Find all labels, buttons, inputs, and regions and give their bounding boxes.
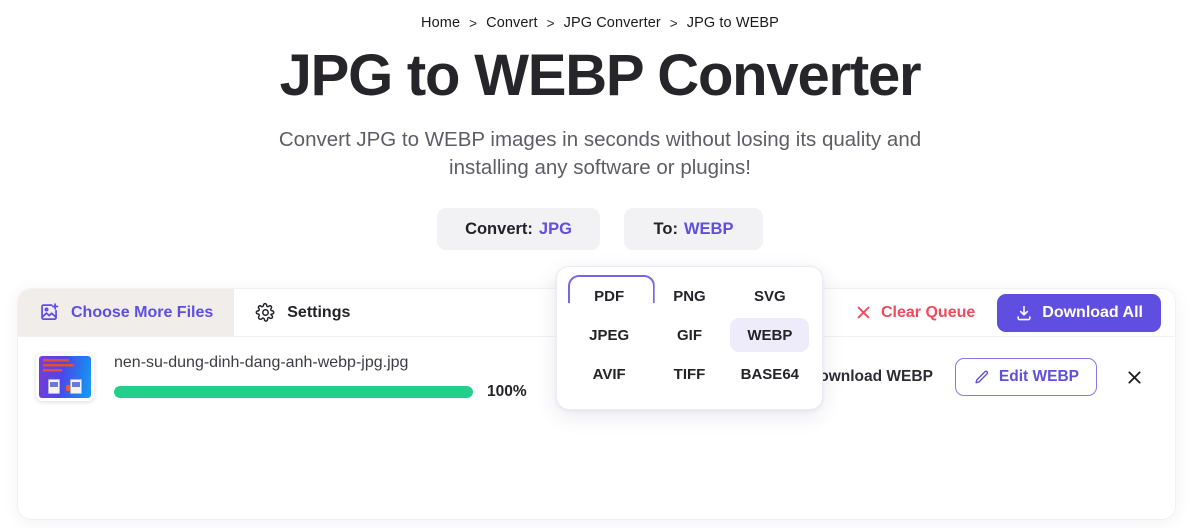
convert-to-value: WEBP — [683, 219, 734, 238]
download-icon — [1015, 304, 1033, 322]
convert-from-pill[interactable]: Convert: JPG — [437, 208, 600, 251]
file-info: nen-su-dung-dinh-dang-anh-webp-jpg.jpg 1… — [114, 354, 534, 401]
format-option-gif[interactable]: GIF — [650, 318, 729, 352]
format-selector-row: Convert: JPG To: WEBP — [0, 208, 1200, 251]
breadcrumb-separator: > — [469, 15, 478, 31]
progress-area: 100% — [114, 383, 534, 401]
breadcrumb-item-jpg-to-webp: JPG to WEBP — [686, 15, 779, 31]
settings-button[interactable]: Settings — [234, 289, 371, 336]
progress-bar-fill — [114, 385, 473, 398]
breadcrumb-separator: > — [546, 15, 555, 31]
page-title: JPG to WEBP Converter — [279, 43, 922, 108]
toolbar-actions: Clear Queue Download All — [849, 289, 1175, 336]
convert-from-label: Convert: — [465, 219, 533, 238]
convert-to-pill[interactable]: To: WEBP — [624, 208, 763, 251]
format-option-png[interactable]: PNG — [650, 279, 729, 313]
clear-queue-button[interactable]: Clear Queue — [849, 300, 981, 326]
page-root: Home > Convert > JPG Converter > JPG to … — [0, 0, 1200, 528]
format-option-label: WEBP — [747, 326, 793, 344]
convert-to-label: To: — [653, 219, 678, 238]
file-thumbnail — [36, 353, 94, 401]
progress-bar — [114, 385, 473, 398]
download-all-button[interactable]: Download All — [997, 293, 1161, 332]
format-option-label: TIFF — [673, 365, 706, 383]
download-all-label: Download All — [1042, 303, 1143, 321]
breadcrumb-item-convert[interactable]: Convert — [486, 15, 537, 31]
page-subtitle: Convert JPG to WEBP images in seconds wi… — [278, 128, 922, 179]
remove-file-button[interactable] — [1119, 362, 1149, 392]
convert-from-value: JPG — [538, 219, 572, 238]
edit-webp-label: Edit WEBP — [998, 368, 1079, 385]
choose-more-files-label: Choose More Files — [71, 303, 214, 321]
add-image-icon — [39, 302, 60, 323]
format-option-label: PDF — [594, 287, 625, 305]
thumbnail-text-lines — [43, 359, 77, 374]
breadcrumb: Home > Convert > JPG Converter > JPG to … — [0, 0, 1200, 31]
choose-more-files-button[interactable]: Choose More Files — [18, 289, 235, 336]
format-option-label: AVIF — [592, 365, 626, 383]
format-option-label: JPEG — [589, 326, 630, 344]
progress-percent-label: 100% — [487, 382, 527, 400]
clear-queue-label: Clear Queue — [881, 303, 976, 321]
file-name: nen-su-dung-dinh-dang-anh-webp-jpg.jpg — [114, 353, 409, 371]
breadcrumb-separator: > — [669, 15, 678, 31]
format-dropdown-panel: PDF PNG SVG JPEG GIF WEBP AVIF TIFF BASE… — [556, 266, 823, 410]
format-option-label: GIF — [676, 326, 702, 344]
thumbnail-doc-icon — [70, 379, 82, 394]
format-option-webp[interactable]: WEBP — [730, 318, 810, 352]
pencil-icon — [973, 369, 990, 386]
settings-label: Settings — [287, 303, 351, 321]
thumbnail-doc-icon — [48, 379, 60, 394]
edit-webp-button[interactable]: Edit WEBP — [954, 358, 1097, 396]
format-option-label: PNG — [673, 287, 706, 305]
file-thumbnail-image — [39, 356, 91, 398]
breadcrumb-item-jpg-converter[interactable]: JPG Converter — [564, 15, 661, 31]
format-option-jpeg[interactable]: JPEG — [570, 318, 649, 352]
queue-item-actions: Download WEBP Edit WEBP — [808, 358, 1159, 396]
close-icon — [1125, 368, 1144, 387]
format-option-tiff[interactable]: TIFF — [650, 357, 729, 391]
format-option-pdf[interactable]: PDF — [570, 279, 649, 313]
close-icon — [855, 304, 872, 321]
download-webp-button[interactable]: Download WEBP — [808, 368, 933, 386]
format-option-label: BASE64 — [740, 365, 799, 383]
format-option-label: SVG — [753, 287, 786, 305]
gear-icon — [255, 302, 276, 323]
format-option-base64[interactable]: BASE64 — [730, 357, 809, 391]
format-option-avif[interactable]: AVIF — [570, 357, 649, 391]
breadcrumb-item-home[interactable]: Home — [421, 15, 460, 31]
format-option-svg[interactable]: SVG — [730, 279, 809, 313]
